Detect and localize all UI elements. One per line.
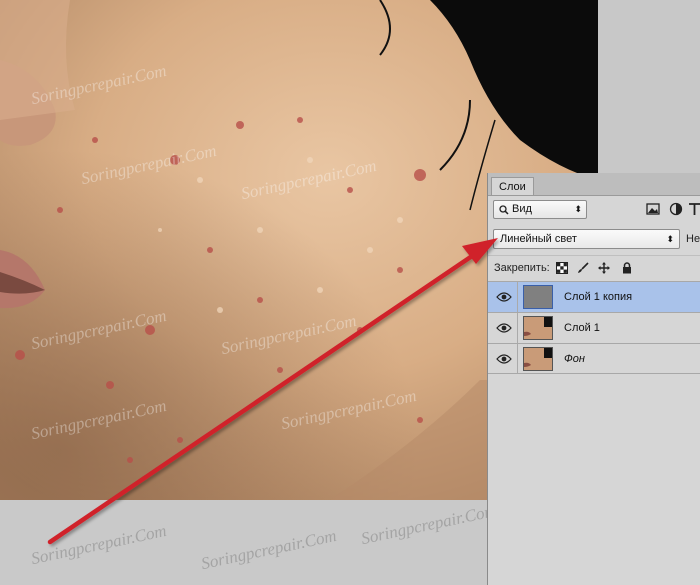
layer-row[interactable]: Слой 1 копия <box>488 281 700 312</box>
lock-brush-icon[interactable] <box>577 262 589 274</box>
column-divider <box>517 313 518 343</box>
layer-row[interactable]: Слой 1 <box>488 312 700 343</box>
updown-arrow-icon: ⬍ <box>574 204 582 214</box>
opacity-label: Неп <box>686 233 700 245</box>
filter-kind-select[interactable]: Вид ⬍ <box>493 200 587 219</box>
search-icon <box>499 205 509 215</box>
tab-layers[interactable]: Слои <box>491 177 534 195</box>
lock-row: Закрепить: <box>488 255 700 280</box>
image-filter-icon[interactable] <box>646 202 660 216</box>
layer-thumbnail <box>523 285 553 309</box>
blend-mode-select[interactable]: Линейный свет ⬍ <box>493 229 680 249</box>
layer-row[interactable]: Фон <box>488 343 700 374</box>
layers-panel: Слои Вид ⬍ Линейный свет ⬍ Неп Закрепить… <box>487 173 700 585</box>
lock-label: Закрепить: <box>494 262 550 274</box>
lock-move-icon[interactable] <box>598 262 610 274</box>
updown-arrow-icon: ⬍ <box>666 234 674 244</box>
text-filter-icon[interactable] <box>688 202 700 216</box>
blend-row: Линейный свет ⬍ Неп <box>488 225 700 253</box>
lock-all-icon[interactable] <box>621 262 633 274</box>
layer-name[interactable]: Слой 1 <box>564 322 600 334</box>
canvas-background <box>0 500 487 585</box>
blend-mode-value: Линейный свет <box>500 233 577 245</box>
layer-thumbnail <box>523 347 553 371</box>
layer-name[interactable]: Слой 1 копия <box>564 291 632 303</box>
layer-name[interactable]: Фон <box>564 353 585 365</box>
adjustment-filter-icon[interactable] <box>669 202 683 216</box>
eye-icon[interactable] <box>496 322 512 334</box>
eye-icon[interactable] <box>496 353 512 365</box>
panel-tab-bar: Слои <box>488 173 700 196</box>
column-divider <box>517 344 518 373</box>
eye-icon[interactable] <box>496 291 512 303</box>
column-divider <box>517 282 518 312</box>
layer-thumbnail <box>523 316 553 340</box>
filter-kind-value: Вид <box>512 203 532 215</box>
layer-list: Слой 1 копия Слой 1 Фон <box>488 281 700 374</box>
filter-row: Вид ⬍ <box>488 197 700 223</box>
lock-transparent-icon[interactable] <box>556 262 568 274</box>
